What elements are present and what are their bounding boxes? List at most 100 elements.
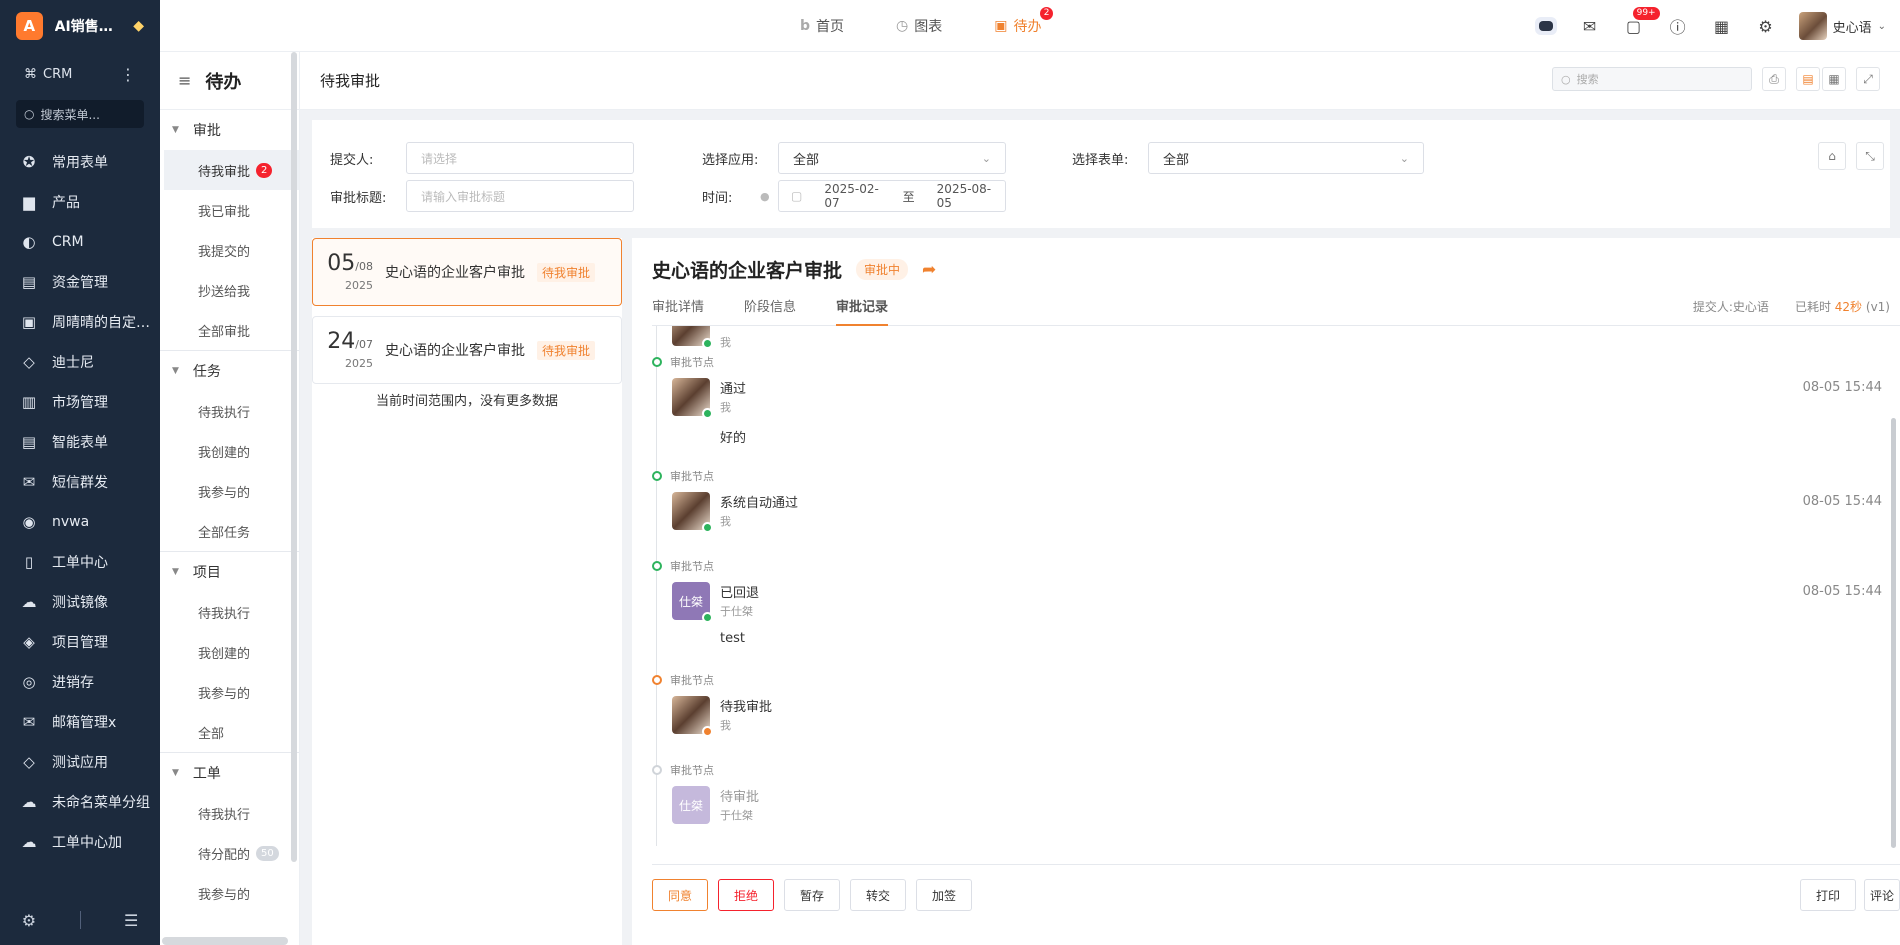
mail-icon[interactable]: ✉ (1579, 15, 1601, 37)
tab-approval-details[interactable]: 审批详情 (652, 296, 704, 326)
vertical-scrollbar[interactable] (291, 52, 297, 862)
message-icon[interactable]: ▢ 99+ (1623, 7, 1660, 37)
nav-item[interactable]: ◇ 迪士尼 (0, 342, 160, 382)
page-search-input[interactable]: ○ 搜索 (1552, 67, 1752, 91)
sidebar-item[interactable]: 待我执行 (160, 793, 299, 833)
sidebar-item[interactable]: 我提交的 (160, 230, 299, 270)
cube-icon: ▆ (23, 193, 35, 211)
more-vertical-icon[interactable]: ⋮ (120, 65, 136, 84)
sidebar-group[interactable]: ▼ 审批 (160, 110, 299, 150)
envelope-icon: ✉ (22, 713, 36, 731)
nav-item[interactable]: ✉ 邮箱管理x (0, 702, 160, 742)
nav-item[interactable]: ▥ 市场管理 (0, 382, 160, 422)
nav-item[interactable]: ☁ 未命名菜单分组 (0, 782, 160, 822)
tab-todo[interactable]: ▣ 待办 2 (994, 7, 1054, 36)
sidebar-group[interactable]: ▼ 任务 (160, 351, 299, 391)
nav-item[interactable]: ✪ 常用表单 (0, 142, 160, 182)
collapse-menu-icon[interactable]: ☰ (124, 911, 138, 930)
nav-item[interactable]: ✉ 短信群发 (0, 462, 160, 502)
fullscreen-icon[interactable]: ⤢ (1856, 67, 1880, 91)
tab-home[interactable]: b 首页 (800, 16, 844, 36)
nav-item-label: 资金管理 (52, 275, 108, 291)
sidebar-group[interactable]: ▼ 项目 (160, 552, 299, 592)
nav-item[interactable]: ▣ 周晴晴的自定… (0, 302, 160, 342)
sidebar-item[interactable]: 抄送给我 (160, 270, 299, 310)
brand[interactable]: A AI销售助… ◆ (0, 0, 160, 52)
title-input[interactable]: 请输入审批标题 (406, 180, 634, 212)
tab-stage-info[interactable]: 阶段信息 (744, 296, 796, 326)
horizontal-scrollbar[interactable] (162, 937, 288, 945)
timeline-record: 仕桀 已回退 于仕桀 test 08-05 15:44 (672, 582, 1882, 646)
sidebar-item[interactable]: 待我执行 (160, 391, 299, 431)
sidebar-item[interactable]: 我参与的 (160, 672, 299, 712)
user-menu[interactable]: 史心语 ⌄ (1798, 12, 1886, 40)
nav-item[interactable]: ▆ 产品 (0, 182, 160, 222)
sidebar-item[interactable]: 待分配的 50 (160, 833, 299, 873)
sidebar-item[interactable]: 待我审批 2 (164, 150, 299, 190)
node-label: 审批节点 (670, 674, 714, 687)
collapse-filter-icon[interactable]: ⤡ (1856, 142, 1884, 170)
add-signer-button[interactable]: 加签 (916, 879, 972, 911)
date-range-picker[interactable]: ▢ 2025-02-07 至 2025-08-05 (778, 180, 1006, 212)
comment-button[interactable]: 评论 (1864, 879, 1900, 911)
agree-button[interactable]: 同意 (652, 879, 708, 911)
record-user: 我 (720, 515, 731, 528)
approval-timeline: 我 审批节点 通过 我 好的 08-05 15:44 审批节点 系统自动通过 我 (652, 326, 1882, 856)
nav-item[interactable]: ▯ 工单中心 (0, 542, 160, 582)
help-icon[interactable]: ⓘ (1667, 15, 1689, 37)
reject-button[interactable]: 拒绝 (718, 879, 774, 911)
menu-icon[interactable]: ≡ (178, 71, 191, 90)
item-title: 史心语的企业客户审批 (385, 343, 525, 359)
card-view-icon[interactable]: ▤ (1796, 67, 1820, 91)
apps-grid-icon[interactable]: ▦ (1711, 15, 1733, 37)
sidebar-item[interactable]: 全部任务 (160, 511, 299, 551)
nav-item[interactable]: ▤ 智能表单 (0, 422, 160, 462)
menu-search-input[interactable]: ○ 搜索菜单... (16, 100, 144, 128)
settings-icon[interactable]: ⚙ (22, 911, 36, 930)
tab-approval-records[interactable]: 审批记录 (836, 296, 889, 326)
sidebar-item[interactable]: 待我执行 (160, 592, 299, 632)
nav-item[interactable]: ◉ nvwa (0, 502, 160, 542)
gear-icon[interactable]: ⚙ (1755, 15, 1777, 37)
tab-charts[interactable]: ◷ 图表 (896, 16, 942, 36)
sidebar-item[interactable]: 我参与的 (160, 873, 299, 913)
nav-item[interactable]: ◐ CRM (0, 222, 160, 262)
workspace-switcher[interactable]: ⌘ CRM ⋮ (0, 52, 160, 96)
transfer-button[interactable]: 转交 (850, 879, 906, 911)
count-badge: 2 (256, 162, 273, 178)
form-select[interactable]: 全部 ⌄ (1148, 142, 1424, 174)
nav-item[interactable]: ◇ 测试应用 (0, 742, 160, 782)
print-button[interactable]: 打印 (1800, 879, 1856, 911)
print-icon[interactable]: ⎙ (1762, 67, 1786, 91)
list-item[interactable]: 24/07 2025 史心语的企业客户审批 待我审批 (312, 316, 622, 384)
sidebar-group[interactable]: ▼ 工单 (160, 753, 299, 793)
submitter-select[interactable]: 请选择 (406, 142, 634, 174)
sidebar-item[interactable]: 全部审批 (160, 310, 299, 350)
app-select[interactable]: 全部 ⌄ (778, 142, 1006, 174)
nav-item[interactable]: ◈ 项目管理 (0, 622, 160, 662)
sidebar-item[interactable]: 我创建的 (160, 632, 299, 672)
vertical-scrollbar[interactable] (1891, 418, 1896, 848)
timeline-record: 待我审批 我 (672, 696, 1882, 737)
item-month: /07 (355, 338, 373, 351)
list-item[interactable]: 05/08 2025 史心语的企业客户审批 待我审批 (312, 238, 622, 306)
record-action: 通过 (720, 382, 747, 397)
nav-item[interactable]: ☁ 工单中心加 (0, 822, 160, 862)
sidebar-item[interactable]: 我参与的 (160, 471, 299, 511)
sidebar-item[interactable]: 全部 (160, 712, 299, 752)
table-view-icon[interactable]: ▦ (1822, 67, 1846, 91)
clear-filter-icon[interactable]: ⌂ (1818, 142, 1846, 170)
nav-item[interactable]: ▤ 资金管理 (0, 262, 160, 302)
save-draft-button[interactable]: 暂存 (784, 879, 840, 911)
tab-label: 首页 (816, 19, 845, 35)
sidebar-item[interactable]: 我已审批 (160, 190, 299, 230)
message-badge: 99+ (1632, 7, 1660, 20)
left-sidebar: A AI销售助… ◆ ⌘ CRM ⋮ ○ 搜索菜单... ✪ 常用表单 ▆ 产品 ◐ CR… (0, 0, 160, 945)
nav-item[interactable]: ◎ 进销存 (0, 662, 160, 702)
filter-buttons: ⌂ ⤡ (1818, 142, 1884, 170)
nav-item[interactable]: ☁ 测试镜像 (0, 582, 160, 622)
sidebar-item[interactable]: 我创建的 (160, 431, 299, 471)
robot-icon[interactable] (1534, 15, 1557, 37)
gem-icon: ◇ (23, 353, 35, 371)
share-icon[interactable]: ➦ (922, 260, 936, 280)
